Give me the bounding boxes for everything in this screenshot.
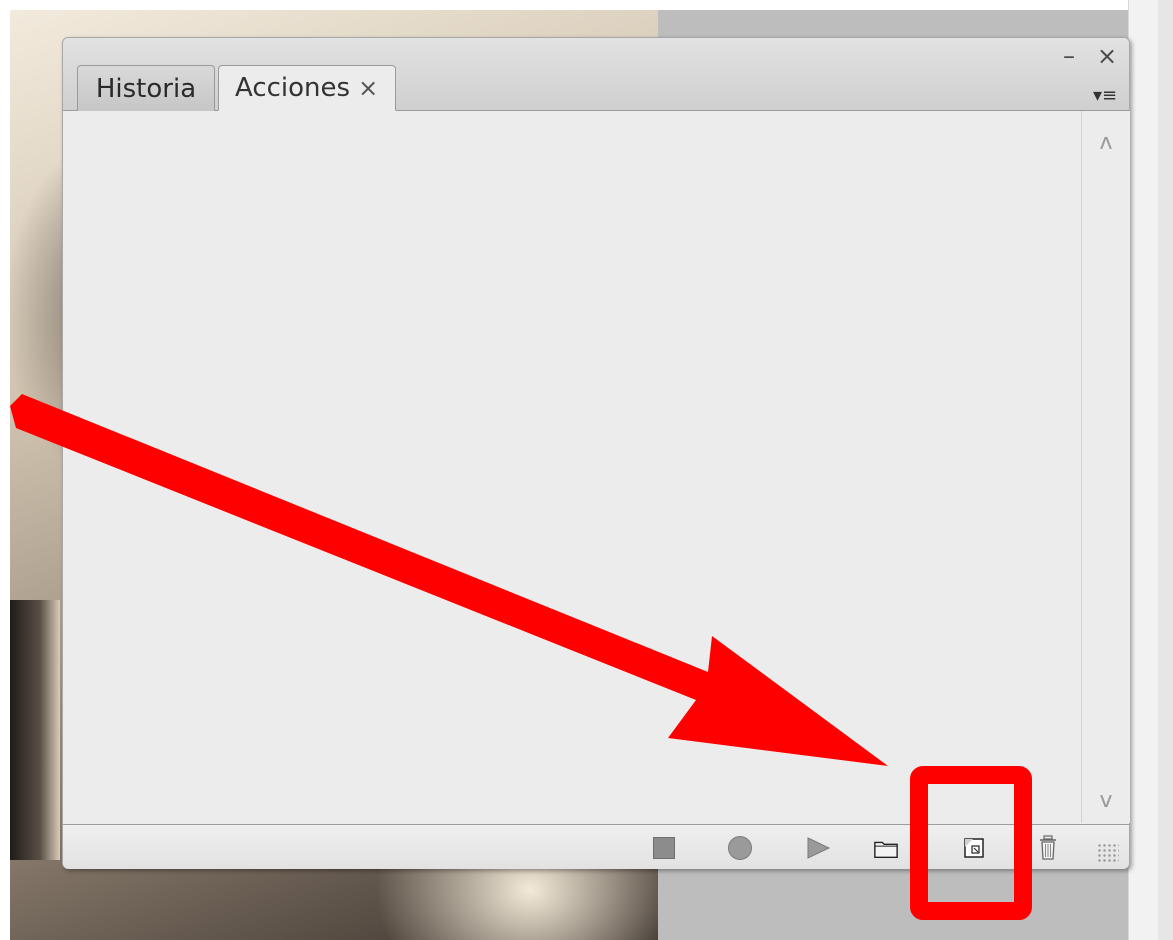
annotation-highlight-box: [910, 766, 1032, 920]
annotation-overlay: [10, 394, 1032, 920]
annotation-arrow: [10, 394, 888, 766]
